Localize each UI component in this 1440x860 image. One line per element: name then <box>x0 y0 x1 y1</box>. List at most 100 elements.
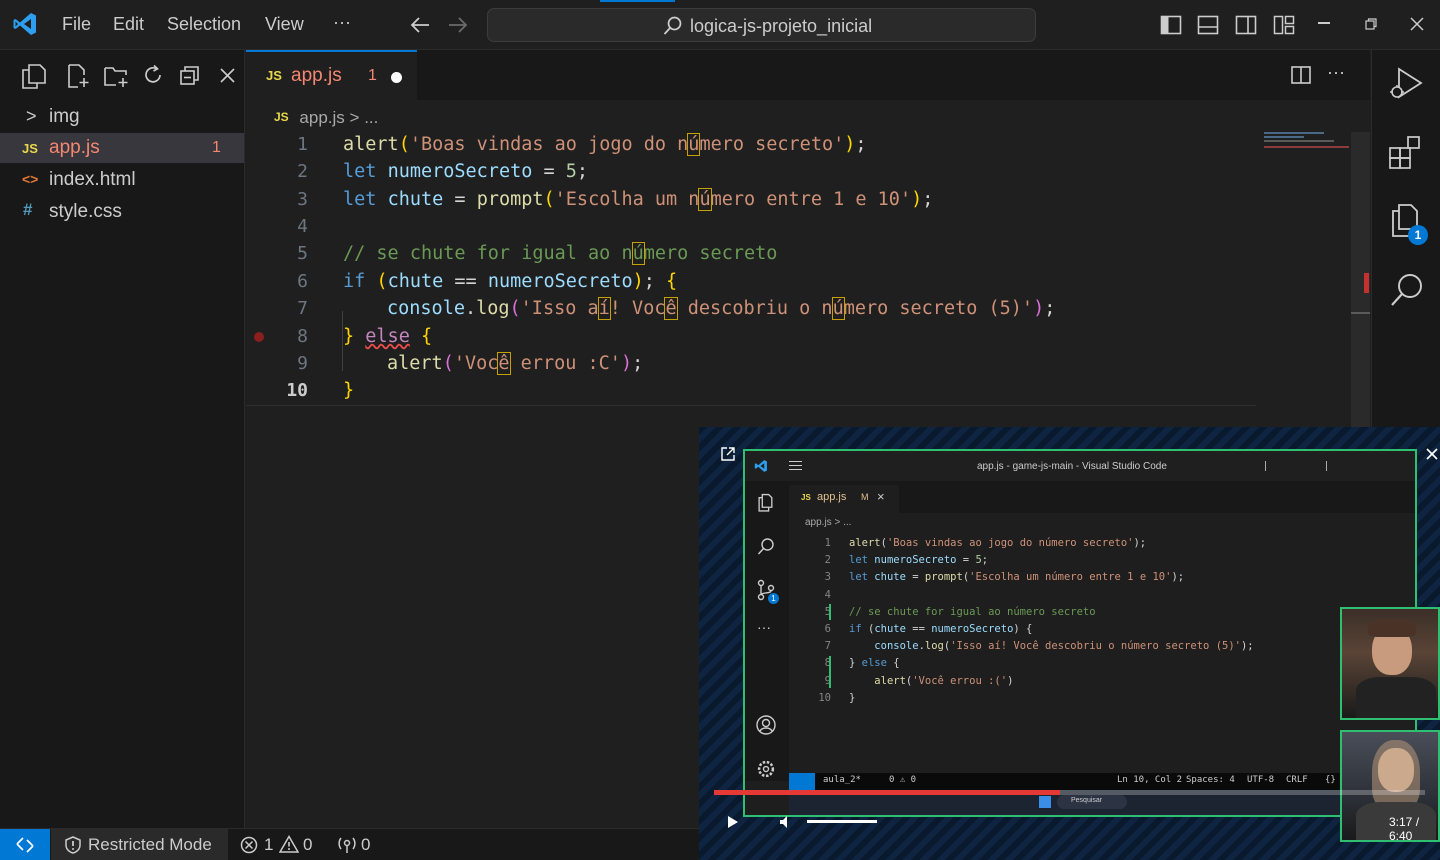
file-app-js[interactable]: JS app.js 1 <box>0 133 244 163</box>
line-number: 4 <box>297 216 308 237</box>
split-editor-icon[interactable] <box>1290 64 1312 86</box>
menu-more[interactable]: ··· <box>333 12 351 33</box>
line-number: 1 <box>297 134 308 155</box>
breakpoint-hint-icon[interactable] <box>254 332 264 342</box>
code-line-8[interactable]: } else { <box>343 326 432 353</box>
current-line-highlight <box>246 405 1256 406</box>
video-layout-icons <box>1265 461 1327 471</box>
video-player-overlay[interactable]: app.js - game-js-main - Visual Studio Co… <box>699 427 1440 860</box>
search-icon <box>662 15 684 37</box>
remote-indicator[interactable] <box>0 829 50 860</box>
video-time: 3:17 / 6:40 <box>1389 815 1420 843</box>
code-line-3[interactable]: let chute = prompt('Escolha um número en… <box>343 188 933 216</box>
vscode-logo-icon[interactable] <box>12 11 38 37</box>
video-menu-icon <box>789 461 802 470</box>
extensions-icon[interactable] <box>1388 134 1424 170</box>
new-file-icon[interactable] <box>66 63 90 89</box>
video-activity-bar: 1 ··· <box>745 481 789 781</box>
back-arrow-icon[interactable] <box>409 15 431 35</box>
line-number: 6 <box>297 271 308 292</box>
breadcrumb-file[interactable]: app.js <box>299 108 344 127</box>
tab-bar: JS app.js 1 ··· <box>246 50 1370 100</box>
explorer-sidebar: > img JS app.js 1 <> index.html # style.… <box>0 50 245 828</box>
toggle-secondary-sidebar-icon[interactable] <box>1235 14 1257 36</box>
video-git-gutter <box>829 604 831 620</box>
toggle-panel-icon[interactable] <box>1197 14 1219 36</box>
file-label: index.html <box>49 169 136 190</box>
menu-file[interactable]: File <box>62 14 91 35</box>
restricted-mode-indicator[interactable]: Restricted Mode <box>51 829 228 860</box>
restore-icon[interactable] <box>1365 18 1377 30</box>
menu-edit[interactable]: Edit <box>113 14 144 35</box>
play-icon[interactable] <box>727 815 739 829</box>
code-line-6[interactable]: if (chute == numeroSecreto); { <box>343 271 677 298</box>
video-progress-track[interactable] <box>714 790 1425 795</box>
run-debug-icon[interactable] <box>1387 65 1425 103</box>
tab-problem-count: 1 <box>368 67 377 84</box>
file-label: app.js <box>49 137 100 158</box>
code-line-5[interactable]: // se chute for igual ao número secreto <box>343 242 777 270</box>
title-accent-line <box>600 0 675 2</box>
menu-view[interactable]: View <box>265 14 304 35</box>
open-external-icon[interactable] <box>721 447 735 461</box>
collapse-all-icon[interactable] <box>179 65 201 87</box>
video-tab-mark: M <box>861 492 869 502</box>
command-center-search[interactable]: logica-js-projeto_inicial <box>487 8 1036 42</box>
line-number-current: 10 <box>286 380 308 401</box>
file-style-css[interactable]: # style.css <box>0 197 244 227</box>
new-folder-icon[interactable] <box>103 64 129 88</box>
file-label: style.css <box>49 201 122 222</box>
scrollbar-cursor-marker <box>1351 312 1370 314</box>
close-window-icon[interactable] <box>1410 17 1424 31</box>
video-scm-badge: 1 <box>768 593 779 604</box>
video-tab-label: app.js <box>817 491 847 503</box>
scrollbar-error-marker <box>1364 273 1369 293</box>
customize-layout-icon[interactable] <box>1273 14 1295 36</box>
folder-label: img <box>49 106 80 127</box>
js-file-icon: JS <box>274 110 289 124</box>
folder-img[interactable]: > img <box>0 102 244 132</box>
code-line-10[interactable]: } <box>343 380 354 407</box>
code-line-9[interactable]: alert('Você errou :C'); <box>387 352 643 380</box>
line-number: 9 <box>297 353 308 374</box>
error-count-badge: 1 <box>212 139 221 156</box>
breadcrumb-separator: > <box>349 108 360 127</box>
search-icon[interactable] <box>1389 272 1425 310</box>
code-line-1[interactable]: alert('Boas vindas ao jogo do número sec… <box>343 133 867 161</box>
volume-slider[interactable] <box>807 820 877 823</box>
breadcrumb: JS app.js > ... <box>274 108 378 128</box>
refresh-icon[interactable] <box>142 64 164 86</box>
forward-arrow-icon[interactable] <box>447 15 469 35</box>
tab-app-js[interactable]: JS app.js 1 <box>246 50 417 100</box>
js-file-icon: JS <box>266 68 282 83</box>
html-file-icon: <> <box>22 171 39 187</box>
minimize-icon[interactable] <box>1318 22 1330 24</box>
title-bar: File Edit Selection View ··· logica-js-p… <box>0 0 1440 50</box>
more-actions-icon[interactable]: ··· <box>1327 62 1345 83</box>
video-status-bar: aula_2* 0 ⚠ 0 Ln 10, Col 2 Spaces: 4 UTF… <box>789 773 1415 790</box>
video-code: alert('Boas vindas ao jogo do número sec… <box>849 537 1254 704</box>
code-line-7[interactable]: console.log('Isso aí! Você descobriu o n… <box>387 297 1055 325</box>
copy-files-icon[interactable] <box>20 62 48 90</box>
close-video-icon[interactable] <box>1426 448 1438 460</box>
code-line-2[interactable]: let numeroSecreto = 5; <box>343 161 588 188</box>
css-file-icon: # <box>23 200 33 219</box>
ports-count: 0 <box>361 835 371 854</box>
line-number: 3 <box>297 189 308 210</box>
webcam-presenter-1 <box>1340 607 1440 720</box>
breadcrumb-rest[interactable]: ... <box>364 108 378 127</box>
video-tab: JS app.js M × <box>789 485 899 513</box>
explorer-badge: 1 <box>1408 225 1428 245</box>
file-index-html[interactable]: <> index.html <box>0 165 244 195</box>
close-explorer-icon[interactable] <box>220 68 235 83</box>
error-count: 1 <box>264 835 274 854</box>
tab-label: app.js <box>291 65 342 86</box>
video-breadcrumb: app.js > ... <box>805 517 852 528</box>
video-titlebar: app.js - game-js-main - Visual Studio Co… <box>745 451 1415 481</box>
unsaved-dot-icon[interactable] <box>391 72 402 83</box>
video-frame: app.js - game-js-main - Visual Studio Co… <box>743 449 1417 817</box>
minimap[interactable] <box>1264 130 1350 150</box>
menu-selection[interactable]: Selection <box>167 14 241 35</box>
volume-icon[interactable] <box>779 815 793 829</box>
toggle-primary-sidebar-icon[interactable] <box>1160 14 1182 36</box>
